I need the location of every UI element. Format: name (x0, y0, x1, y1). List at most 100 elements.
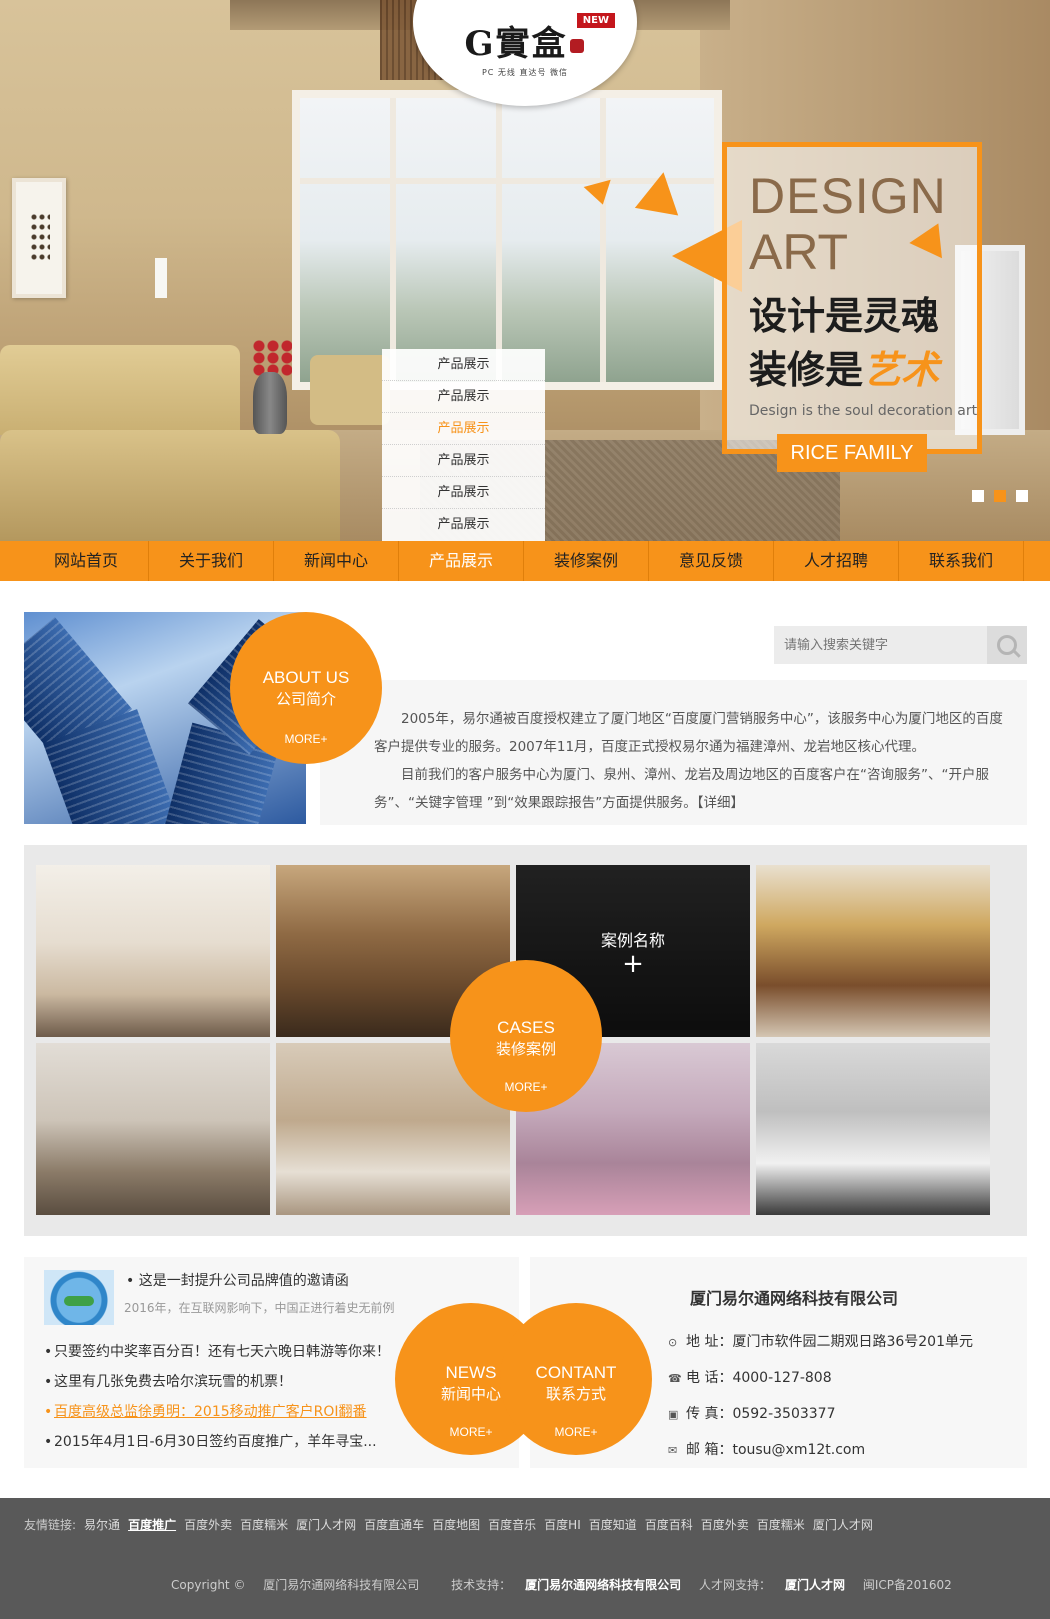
nav-item[interactable]: 关于我们 (149, 541, 274, 581)
contact-fax: 传 真：0592-3503377 (686, 1406, 836, 1422)
contact-more-link[interactable]: MORE+ (500, 1425, 652, 1439)
decor-triangle (634, 168, 686, 216)
nav-item[interactable]: 新闻中心 (274, 541, 399, 581)
friend-link[interactable]: 百度直通车 (364, 1518, 424, 1532)
sofa (0, 345, 240, 435)
news-thumbnail[interactable] (44, 1270, 114, 1325)
case-name: 案例名称 (600, 931, 665, 950)
slider-dot[interactable] (994, 490, 1006, 502)
about-title-cn: 公司简介 (275, 690, 336, 708)
banner-slogan-2-prefix: 装修是 (749, 348, 864, 392)
contact-address: 地 址：厦门市软件园二期观日路36号201单元 (686, 1334, 973, 1350)
cases-more-link[interactable]: MORE+ (450, 1080, 602, 1094)
sofa-seat (0, 430, 340, 541)
page: DESIGN ART 设计是灵魂 装修是艺术 Design is the sou… (0, 0, 1050, 1619)
banner-title-art: ART (749, 224, 849, 280)
friend-link[interactable]: 百度音乐 (488, 1518, 536, 1532)
new-badge: NEW (576, 13, 615, 28)
case-item[interactable] (756, 1043, 990, 1215)
banner-slogan-2: 装修是艺术 (749, 339, 939, 394)
copyright-text: Copyright © 厦门易尔通网络科技有限公司 (171, 1578, 433, 1592)
about-title-en: ABOUT US (262, 668, 350, 687)
friend-link[interactable]: 百度百科 (645, 1518, 693, 1532)
search-input[interactable] (774, 626, 984, 664)
case-item[interactable] (36, 865, 270, 1037)
news-item[interactable]: • 百度高级总监徐勇明：2015移动推广客户ROI翻番 (44, 1397, 390, 1427)
contact-title-cn: 联系方式 (545, 1385, 606, 1403)
main-nav: 网站首页 关于我们 新闻中心 产品展示 装修案例 意见反馈 人才招聘 联系我们 (0, 541, 1050, 581)
slider-dot[interactable] (1016, 490, 1028, 502)
wall-painting (12, 178, 66, 298)
friend-link[interactable]: 百度外卖 (701, 1518, 749, 1532)
nav-item[interactable]: 人才招聘 (774, 541, 899, 581)
talent-support-site[interactable]: 厦门人才网 (785, 1578, 845, 1592)
rice-family-tag: RICE FAMILY (777, 434, 927, 472)
footer: 友情链接: 易尔通 百度推广 百度外卖 百度糯米 厦门人才网 百度直通车 百度地图 百度音乐 百度… (0, 1498, 1050, 1619)
armchair (310, 355, 390, 425)
wall-lamp (155, 258, 167, 298)
icp-number[interactable]: 闽ICP备201602 (863, 1578, 952, 1592)
dropdown-item[interactable]: 产品展示 (382, 477, 545, 509)
news-featured-title[interactable]: • 这是一封提升公司品牌值的邀请函 (126, 1270, 349, 1290)
contact-phone-row: ☎ 电 话：4000-127-808 (668, 1367, 832, 1387)
banner-slogan-1: 设计是灵魂 (749, 294, 940, 338)
friend-link[interactable]: 易尔通 (84, 1518, 120, 1532)
dropdown-item[interactable]: 产品展示 (382, 413, 545, 445)
news-item[interactable]: • 只要签约中奖率百分百！还有七天六晚日韩游等你来！ (44, 1337, 390, 1367)
about-more-link[interactable]: MORE+ (230, 732, 382, 746)
hero-banner: DESIGN ART 设计是灵魂 装修是艺术 Design is the sou… (0, 0, 1050, 541)
product-dropdown-menu: 产品展示 产品展示 产品展示 产品展示 产品展示 产品展示 (382, 349, 545, 541)
hero-window (292, 90, 722, 390)
case-item[interactable] (756, 865, 990, 1037)
about-text: 2005年，易尔通被百度授权建立了厦门地区“百度厦门营销服务中心”，该服务中心为… (320, 680, 1027, 825)
friend-link[interactable]: 厦门人才网 (813, 1518, 873, 1532)
cases-title-cn: 装修案例 (495, 1040, 556, 1058)
talent-support-label: 人才网支持： (698, 1578, 771, 1592)
friend-links: 友情链接: 易尔通 百度推广 百度外卖 百度糯米 厦门人才网 百度直通车 百度地图 百度音乐 百度… (24, 1516, 881, 1533)
news-item-text: 这里有几张免费去哈尔滨玩雪的机票！ (54, 1374, 292, 1390)
news-item[interactable]: • 这里有几张免费去哈尔滨玩雪的机票！ (44, 1367, 390, 1397)
dropdown-item[interactable]: 产品展示 (382, 509, 545, 541)
slider-pagination (972, 490, 1028, 502)
location-icon: ⊙ (668, 1336, 678, 1349)
news-item-text: 百度高级总监徐勇明：2015移动推广客户ROI翻番 (54, 1404, 367, 1420)
copyright-prefix: Copyright © (171, 1578, 246, 1592)
nav-item[interactable]: 网站首页 (24, 541, 149, 581)
design-art-banner: DESIGN ART 设计是灵魂 装修是艺术 Design is the sou… (722, 142, 982, 454)
dropdown-item[interactable]: 产品展示 (382, 381, 545, 413)
nav-item[interactable]: 产品展示 (399, 541, 524, 581)
nav-item[interactable]: 意见反馈 (649, 541, 774, 581)
friend-link[interactable]: 百度知道 (589, 1518, 637, 1532)
tech-support-label: 技术支持： (451, 1578, 512, 1592)
news-list: • 只要签约中奖率百分百！还有七天六晚日韩游等你来！ • 这里有几张免费去哈尔滨玩雪的… (44, 1337, 390, 1457)
friend-link[interactable]: 百度地图 (432, 1518, 480, 1532)
news-featured-summary: 2016年，在互联网影响下，中国正进行着史无前例 (124, 1301, 395, 1315)
friend-link[interactable]: 百度糯米 (757, 1518, 805, 1532)
friend-link[interactable]: 百度糯米 (240, 1518, 288, 1532)
friend-link[interactable]: 厦门人才网 (296, 1518, 356, 1532)
friend-link[interactable]: 百度推广 (128, 1518, 176, 1532)
tech-support-company[interactable]: 厦门易尔通网络科技有限公司 (525, 1578, 681, 1592)
talent-support: 人才网支持： 厦门人才网 (699, 1578, 845, 1592)
search-icon[interactable] (987, 626, 1027, 664)
case-item[interactable] (36, 1043, 270, 1215)
news-item-text: 2015年4月1日-6月30日签约百度推广，羊年寻宝... (54, 1434, 377, 1450)
about-paragraph-2[interactable]: 目前我们的客户服务中心为厦门、泉州、漳州、龙岩及周边地区的百度客户在“咨询服务”… (374, 761, 1009, 817)
banner-subtitle: Design is the soul decoration art (749, 403, 978, 419)
copyright: Copyright © 厦门易尔通网络科技有限公司 技术支持： 厦门易尔通网络科技… (171, 1576, 966, 1593)
contact-fax-row: ▣ 传 真：0592-3503377 (668, 1403, 835, 1423)
slider-dot[interactable] (972, 490, 984, 502)
friend-link[interactable]: 百度HI (544, 1518, 581, 1532)
contact-email-row: ✉ 邮 箱：tousu@xm12t.com (668, 1439, 865, 1459)
dropdown-item[interactable]: 产品展示 (382, 445, 545, 477)
dropdown-item[interactable]: 产品展示 (382, 349, 545, 381)
nav-item[interactable]: 装修案例 (524, 541, 649, 581)
nav-item[interactable]: 联系我们 (899, 541, 1024, 581)
contact-email[interactable]: 邮 箱：tousu@xm12t.com (686, 1442, 865, 1458)
friend-link[interactable]: 百度外卖 (184, 1518, 232, 1532)
contact-circle: CONTANT 联系方式 MORE+ (500, 1303, 652, 1455)
bullet-icon: • (44, 1404, 53, 1420)
news-item[interactable]: • 2015年4月1日-6月30日签约百度推广，羊年寻宝... (44, 1427, 390, 1457)
about-paragraph-1: 2005年，易尔通被百度授权建立了厦门地区“百度厦门营销服务中心”，该服务中心为… (374, 711, 1003, 755)
phone-icon: ☎ (668, 1372, 682, 1385)
